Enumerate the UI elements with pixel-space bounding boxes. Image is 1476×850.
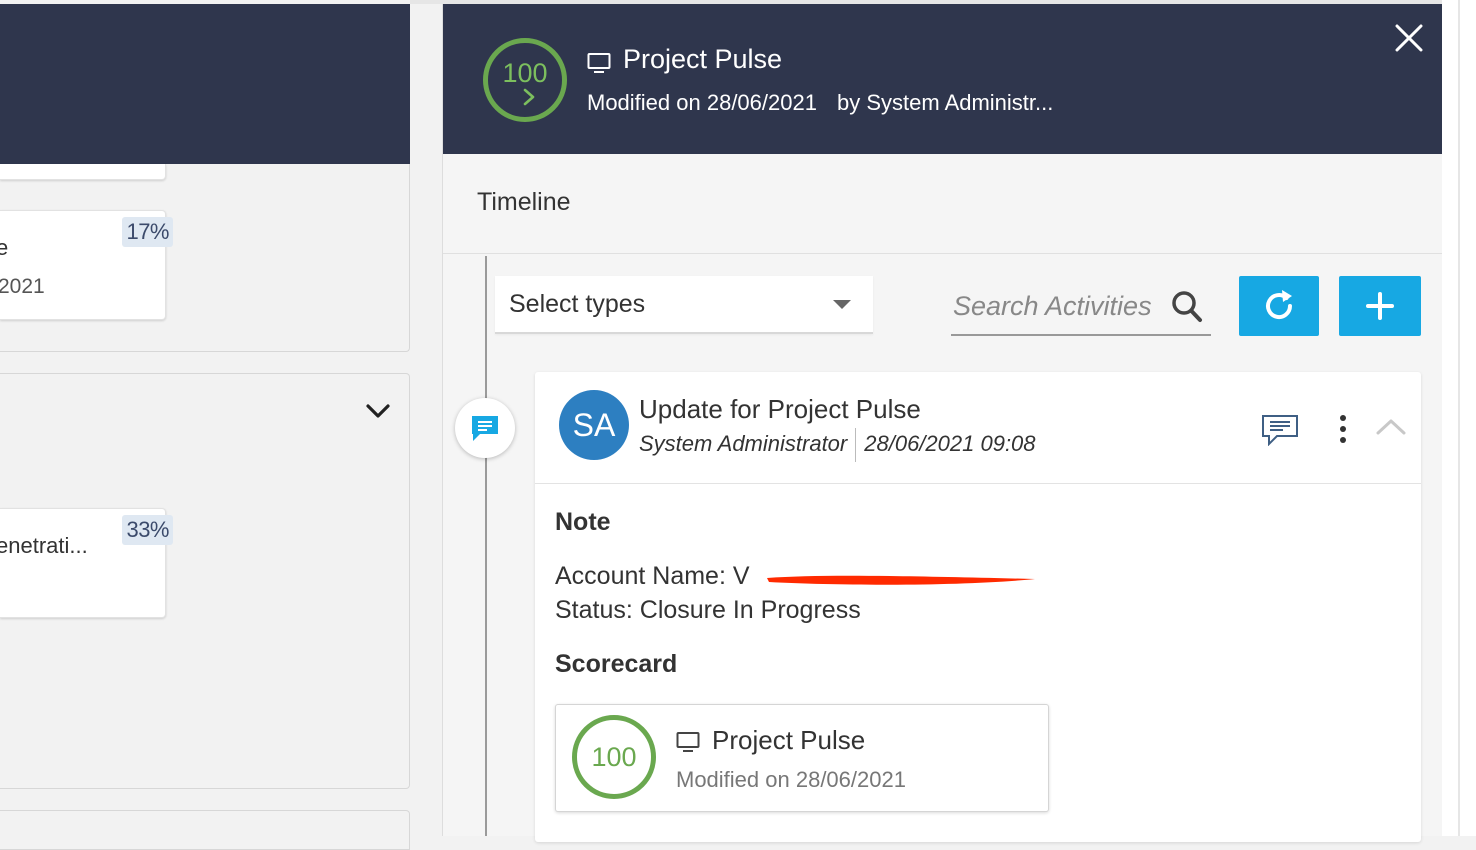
close-icon[interactable] xyxy=(1393,22,1425,54)
scorecard-heading: Scorecard xyxy=(555,650,678,678)
scrollbar-track[interactable] xyxy=(1458,0,1460,836)
tab-bar: Timeline xyxy=(443,154,1443,254)
percent-badge: 17% xyxy=(122,217,173,247)
note-heading: Note xyxy=(555,508,611,536)
redaction-mark xyxy=(767,575,1035,585)
percent-badge: 33% xyxy=(122,515,173,545)
panel-header: 100 Project Pulse Modified on 28/06/2021… xyxy=(443,4,1443,154)
scorecard-modified: Modified on 28/06/2021 xyxy=(676,767,906,792)
activity-datetime: 28/06/2021 09:08 xyxy=(864,430,1036,456)
meta-divider xyxy=(855,428,857,462)
modified-by: by System Administr... xyxy=(836,90,1054,115)
board-card[interactable]: 33% enetrati... xyxy=(0,508,173,618)
activity-title: Update for Project Pulse xyxy=(639,394,921,424)
note-type-badge xyxy=(455,398,515,458)
refresh-icon xyxy=(1266,290,1293,320)
chevron-up-icon[interactable] xyxy=(1375,416,1407,438)
panel-title: Project Pulse xyxy=(623,44,783,74)
more-options-icon[interactable] xyxy=(1335,414,1351,444)
card-title: enetrati... xyxy=(0,533,88,558)
caret-down-icon xyxy=(833,300,851,309)
chevron-down-icon[interactable] xyxy=(364,400,392,422)
refresh-button[interactable] xyxy=(1239,276,1319,336)
search-input[interactable] xyxy=(953,286,1165,326)
timeline-line xyxy=(485,256,487,836)
scorecard-score-ring: 100 xyxy=(572,715,656,799)
account-name-line: Account Name: V xyxy=(555,562,750,590)
scrollbar-gutter xyxy=(1442,0,1476,836)
modified-date: Modified on 28/06/2021 xyxy=(587,90,817,115)
score-value: 100 xyxy=(502,58,548,88)
activity-meta: System Administrator 28/06/2021 09:08 xyxy=(639,428,1036,462)
comment-icon[interactable] xyxy=(1261,414,1299,446)
chevron-right-icon xyxy=(523,88,535,106)
scorecard-card[interactable]: 100 Project Pulse Modified on 28/06/2021 xyxy=(555,704,1049,812)
board-header xyxy=(0,4,410,164)
score-ring[interactable]: 100 xyxy=(483,38,567,122)
avatar: SA xyxy=(559,390,629,460)
board-card[interactable] xyxy=(0,164,166,180)
background-board: 17% e 2021 33% enetrati... xyxy=(0,0,442,850)
board-card[interactable]: 17% e 2021 xyxy=(0,210,173,320)
search-box xyxy=(951,284,1211,336)
monitor-icon xyxy=(587,53,611,73)
status-line: Status: Closure In Progress xyxy=(555,596,861,624)
add-activity-button[interactable] xyxy=(1339,276,1421,336)
activity-panel: 100 Project Pulse Modified on 28/06/2021… xyxy=(442,4,1443,842)
panel-subtitle: Modified on 28/06/2021 by System Administ… xyxy=(587,90,1053,116)
tab-timeline[interactable]: Timeline xyxy=(477,188,571,217)
activity-header: SA Update for Project Pulse System Admin… xyxy=(535,372,1421,484)
card-date: 2021 xyxy=(0,275,45,298)
board-column xyxy=(0,810,410,850)
search-icon[interactable] xyxy=(1171,290,1203,324)
monitor-icon xyxy=(676,732,700,752)
message-icon xyxy=(472,416,498,441)
activity-card: SA Update for Project Pulse System Admin… xyxy=(535,372,1421,842)
activity-author: System Administrator xyxy=(639,430,848,456)
select-types-dropdown[interactable]: Select types xyxy=(495,276,873,334)
card-title: e xyxy=(0,235,9,260)
scorecard-title: Project Pulse xyxy=(712,725,866,755)
plus-icon xyxy=(1366,292,1394,320)
select-types-label: Select types xyxy=(509,290,646,318)
